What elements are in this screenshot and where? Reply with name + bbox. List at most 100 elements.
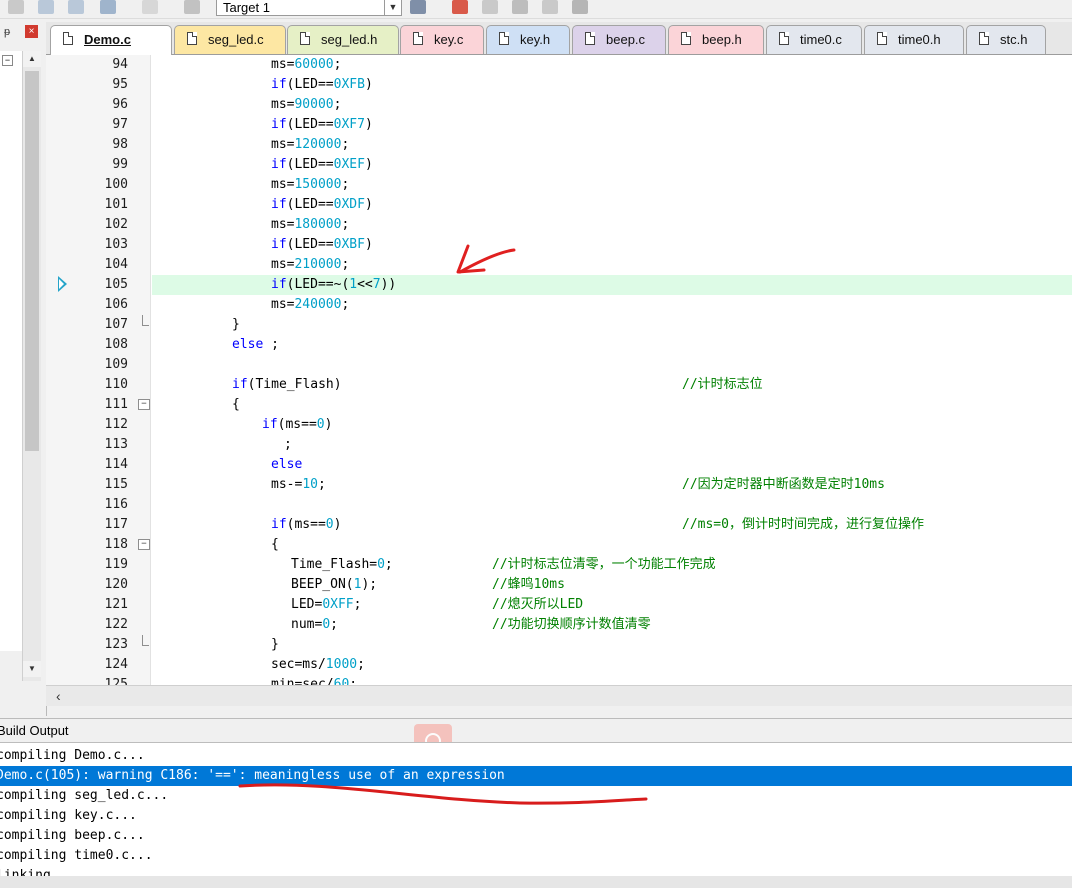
file-icon [63, 32, 73, 45]
code-line: 100 ms=150000; [46, 175, 1072, 195]
code-text: else ; [232, 337, 279, 352]
code-line: 104 ms=210000; [46, 255, 1072, 275]
code-line: 101 if(LED==0XDF) [46, 195, 1072, 215]
scroll-down-icon[interactable]: ▼ [23, 661, 41, 677]
code-comment: //计时标志位清零，一个功能工作完成 [492, 557, 716, 572]
code-text: sec=ms/1000; [271, 657, 365, 672]
code-line: 122 num=0; //功能切换顺序计数值清零 [46, 615, 1072, 635]
code-line: 105 if(LED==~(1<<7)) [46, 275, 1072, 295]
tab-stc-h[interactable]: stc.h [966, 25, 1046, 54]
tab-label: key.c [434, 32, 464, 47]
line-number: 95 [112, 77, 128, 92]
fold-toggle-icon[interactable]: − [138, 399, 150, 410]
pack-installer-icon[interactable] [512, 0, 528, 14]
tab-label: seg_led.c [208, 32, 264, 47]
file-icon [877, 32, 887, 45]
code-text: if(Time_Flash) [232, 377, 342, 392]
tab-time0-h[interactable]: time0.h [864, 25, 964, 54]
scroll-up-icon[interactable]: ▲ [23, 51, 41, 67]
code-text: if(LED==0XEF) [271, 157, 373, 172]
target-select-value: Target 1 [223, 0, 270, 15]
build-output-line[interactable]: compiling Demo.c... [0, 746, 1072, 766]
tab-beep-c[interactable]: beep.c [572, 25, 666, 54]
build-icon[interactable] [8, 0, 24, 14]
code-line: 106 ms=240000; [46, 295, 1072, 315]
fold-toggle-icon[interactable]: − [138, 539, 150, 550]
editor-horizontal-scrollbar[interactable]: ‹ [46, 685, 1072, 706]
line-number: 123 [104, 637, 128, 652]
rte-icon[interactable] [542, 0, 558, 14]
file-icon [300, 32, 310, 45]
build-output-title-bar: Build Output [0, 718, 1072, 743]
target-options-icon[interactable] [410, 0, 426, 14]
line-number: 125 [104, 677, 128, 685]
tab-label: key.h [520, 32, 551, 47]
line-number: 102 [104, 217, 128, 232]
code-comment: //熄灭所以LED [492, 597, 584, 612]
build-output-line[interactable]: compiling beep.c... [0, 826, 1072, 846]
fold-end-icon [142, 315, 149, 326]
project-scrollbar[interactable]: ▲ ▼ [22, 51, 41, 681]
code-line: 107} [46, 315, 1072, 335]
line-number: 107 [104, 317, 128, 332]
close-icon[interactable]: × [25, 25, 38, 38]
code-line: 108 else ; [46, 335, 1072, 355]
code-text: num=0; [291, 617, 338, 632]
project-panel: ᵽ × − ▲ ▼ [0, 22, 47, 716]
file-icon [187, 32, 197, 45]
code-line: 111− { [46, 395, 1072, 415]
tab-demo-c[interactable]: Demo.c [50, 25, 172, 55]
code-text: ; [284, 437, 292, 452]
code-line: 99 if(LED==0XEF) [46, 155, 1072, 175]
options-icon[interactable] [184, 0, 200, 14]
line-number: 105 [104, 277, 128, 292]
code-line: 123} [46, 635, 1072, 655]
code-text: else [271, 457, 303, 472]
project-tree[interactable]: − [0, 51, 24, 651]
chevron-down-icon[interactable]: ▼ [384, 0, 401, 15]
tab-key-c[interactable]: key.c [400, 25, 484, 54]
collapse-icon[interactable]: − [2, 55, 13, 66]
rebuild-icon[interactable] [38, 0, 54, 14]
tab-time0-c[interactable]: time0.c [766, 25, 862, 54]
line-number: 115 [104, 477, 128, 492]
code-text: BEEP_ON(1); [291, 577, 378, 592]
manage-components-icon[interactable] [452, 0, 468, 14]
build-output-line[interactable]: compiling time0.c... [0, 846, 1072, 866]
code-line: 121 LED=0XFF; //熄灭所以LED [46, 595, 1072, 615]
tab-key-h[interactable]: key.h [486, 25, 570, 54]
scroll-left-icon[interactable]: ‹ [56, 688, 61, 704]
project-window-icon[interactable] [482, 0, 498, 14]
batch-build-icon[interactable] [68, 0, 84, 14]
build-output-line[interactable]: compiling seg_led.c... [0, 786, 1072, 806]
line-number: 106 [104, 297, 128, 312]
line-number: 101 [104, 197, 128, 212]
line-number: 103 [104, 237, 128, 252]
line-number: 124 [104, 657, 128, 672]
tab-seg-led-c[interactable]: seg_led.c [174, 25, 286, 54]
file-icon [681, 32, 691, 45]
build-output[interactable]: compiling Demo.c... Demo.c(105): warning … [0, 742, 1072, 877]
tab-beep-h[interactable]: beep.h [668, 25, 764, 54]
line-number: 119 [104, 557, 128, 572]
build-output-line[interactable]: compiling key.c... [0, 806, 1072, 826]
build-output-title: Build Output [0, 723, 69, 738]
tab-label: stc.h [1000, 32, 1028, 47]
code-editor[interactable]: 94 ms=60000; 95 if(LED==0XFB) 96 ms=90000; 97 i… [46, 55, 1072, 685]
build-warning-line[interactable]: Demo.c(105): warning C186: '==': meaning… [0, 766, 1072, 786]
code-line: 113; [46, 435, 1072, 455]
code-line: 95 if(LED==0XFB) [46, 75, 1072, 95]
settings-icon[interactable] [572, 0, 588, 14]
code-text: ms-=10; [271, 477, 326, 492]
scroll-thumb[interactable] [25, 71, 39, 451]
line-number: 99 [112, 157, 128, 172]
tab-label: beep.c [606, 32, 646, 47]
tab-seg-led-h[interactable]: seg_led.h [287, 25, 399, 54]
code-text: ms=90000; [271, 97, 342, 112]
line-number: 108 [104, 337, 128, 352]
line-number: 98 [112, 137, 128, 152]
stop-build-icon[interactable] [142, 0, 158, 14]
target-select[interactable]: Target 1 ▼ [216, 0, 402, 16]
pin-icon[interactable]: ᵽ [4, 26, 10, 38]
load-icon[interactable] [100, 0, 116, 14]
